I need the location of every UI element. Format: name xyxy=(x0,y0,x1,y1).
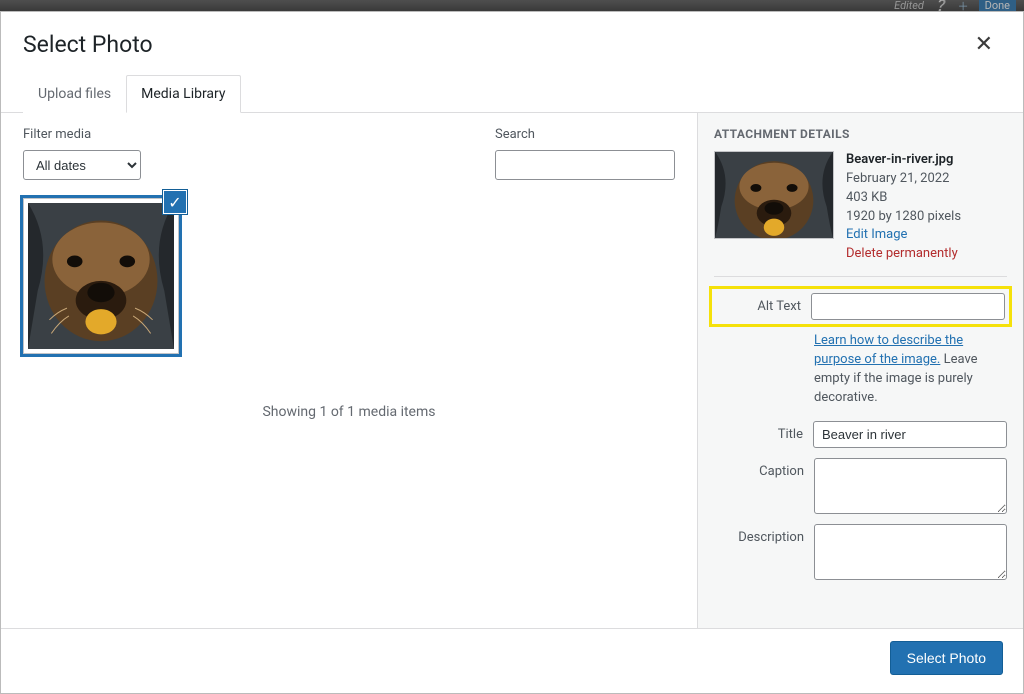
alt-text-label: Alt Text xyxy=(716,293,801,314)
media-count-text: Showing 1 of 1 media items xyxy=(23,404,675,420)
browser-toolbar: Filter media All dates Search xyxy=(23,127,675,180)
beaver-image-icon xyxy=(28,203,174,349)
delete-permanently-link[interactable]: Delete permanently xyxy=(846,245,961,264)
attachment-details-panel: ATTACHMENT DETAILS xyxy=(697,113,1023,628)
close-icon[interactable]: ✕ xyxy=(967,28,1001,61)
tab-bar: Upload files Media Library xyxy=(1,75,1023,113)
beaver-image-icon xyxy=(715,152,833,238)
filter-group: Filter media All dates xyxy=(23,127,141,180)
alt-text-help: Learn how to describe the purpose of the… xyxy=(814,332,1007,407)
description-label: Description xyxy=(714,524,804,545)
attachment-info: Beaver-in-river.jpg February 21, 2022 40… xyxy=(714,151,1007,277)
tab-upload-files[interactable]: Upload files xyxy=(23,75,126,113)
media-thumbnail xyxy=(28,203,174,349)
description-input[interactable] xyxy=(814,524,1007,580)
filter-dates-select[interactable]: All dates xyxy=(23,150,141,180)
modal-title: Select Photo xyxy=(23,31,153,58)
attachment-thumbnail xyxy=(714,151,834,239)
tab-media-library[interactable]: Media Library xyxy=(126,75,240,113)
attachment-filesize: 403 KB xyxy=(846,189,961,208)
title-input[interactable] xyxy=(813,421,1007,448)
title-label: Title xyxy=(714,421,803,442)
attachment-dimensions: 1920 by 1280 pixels xyxy=(846,208,961,227)
attachment-details-heading: ATTACHMENT DETAILS xyxy=(714,127,1007,141)
media-grid: ✓ xyxy=(23,198,675,354)
media-item-beaver[interactable]: ✓ xyxy=(23,198,179,354)
description-row: Description xyxy=(714,524,1007,580)
search-label: Search xyxy=(495,127,675,142)
search-input[interactable] xyxy=(495,150,675,180)
alt-text-input[interactable] xyxy=(811,293,1005,320)
content-area: Filter media All dates Search xyxy=(1,113,1023,629)
caption-label: Caption xyxy=(714,458,804,479)
attachment-metadata: Beaver-in-river.jpg February 21, 2022 40… xyxy=(846,151,961,264)
attachment-filename: Beaver-in-river.jpg xyxy=(846,152,953,167)
title-row: Title xyxy=(714,421,1007,448)
modal-footer: Select Photo xyxy=(1,629,1023,693)
modal-header: Select Photo ✕ xyxy=(1,12,1023,61)
caption-row: Caption xyxy=(714,458,1007,514)
selected-check-icon[interactable]: ✓ xyxy=(162,189,188,215)
background-editor-toolbar: Edited ❔ ＋ Done xyxy=(0,0,1024,11)
select-photo-modal: Select Photo ✕ Upload files Media Librar… xyxy=(0,11,1024,694)
select-photo-button[interactable]: Select Photo xyxy=(890,641,1003,675)
filter-label: Filter media xyxy=(23,127,141,142)
edit-image-link[interactable]: Edit Image xyxy=(846,226,961,245)
attachment-date: February 21, 2022 xyxy=(846,170,961,189)
media-browser: Filter media All dates Search xyxy=(1,113,697,628)
search-group: Search xyxy=(495,127,675,180)
caption-input[interactable] xyxy=(814,458,1007,514)
alt-text-row: Alt Text xyxy=(714,291,1007,322)
